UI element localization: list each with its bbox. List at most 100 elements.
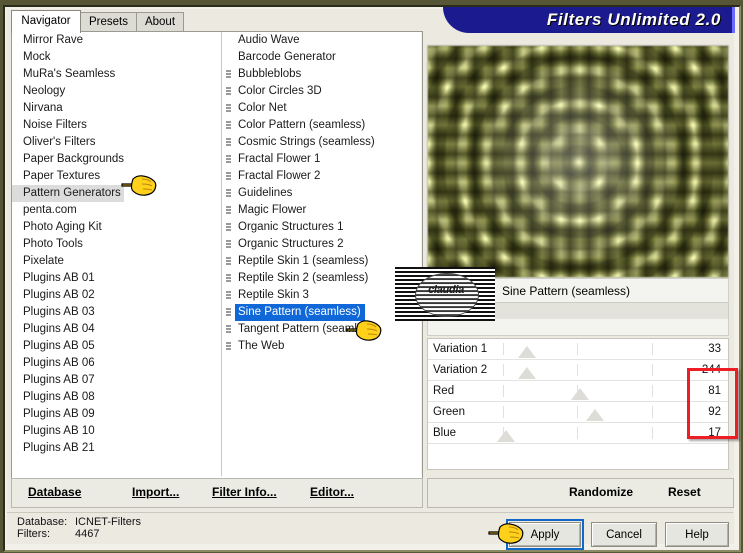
category-list-item[interactable]: Photo Tools [12, 236, 220, 253]
randomize-button[interactable]: Randomize [569, 485, 633, 499]
filter-list-item[interactable]: Reptile Skin 1 (seamless) [222, 253, 421, 270]
tab-navigator[interactable]: Navigator [11, 10, 81, 33]
category-list-item-label: Plugins AB 02 [23, 289, 95, 301]
filter-list-item[interactable]: The Web [222, 338, 421, 355]
category-list-item[interactable]: Oliver's Filters [12, 134, 220, 151]
help-button[interactable]: Help [665, 522, 729, 547]
parameter-actions-bar: Randomize Reset [427, 478, 734, 508]
filter-list-item[interactable]: Audio Wave [222, 32, 421, 49]
filter-list-item[interactable]: Organic Structures 2 [222, 236, 421, 253]
reset-button[interactable]: Reset [668, 485, 701, 499]
category-list[interactable]: Mirror Rave Mock MuRa's Seamless Neology Nir… [12, 32, 220, 476]
filter-stack-icon [226, 87, 231, 97]
category-list-item[interactable]: Photo Aging Kit [12, 219, 220, 236]
category-list-item-label: Plugins AB 07 [23, 374, 95, 386]
filter-preview-image[interactable] [427, 45, 729, 278]
parameter-row[interactable]: Variation 1 33 [428, 339, 728, 360]
filter-list-item[interactable]: Sine Pattern (seamless) [222, 304, 421, 321]
apply-button[interactable]: Apply [506, 519, 584, 550]
filter-info-link[interactable]: Filter Info... [212, 485, 277, 499]
category-list-item[interactable]: Pixelate [12, 253, 220, 270]
filter-list-item[interactable]: Fractal Flower 2 [222, 168, 421, 185]
filter-list-item[interactable]: Color Circles 3D [222, 83, 421, 100]
database-link[interactable]: Database [28, 485, 81, 499]
category-list-item[interactable]: Nirvana [12, 100, 220, 117]
filter-list-item[interactable]: Color Pattern (seamless) [222, 117, 421, 134]
filter-stack-icon [226, 342, 231, 352]
category-list-item[interactable]: Plugins AB 08 [12, 389, 220, 406]
category-list-item[interactable]: Plugins AB 03 [12, 304, 220, 321]
filter-list-item[interactable]: Color Net [222, 100, 421, 117]
category-list-item[interactable]: Plugins AB 02 [12, 287, 220, 304]
tab-presets[interactable]: Presets [80, 12, 137, 32]
category-list-item[interactable]: penta.com [12, 202, 220, 219]
tab-strip: Navigator Presets About [11, 10, 421, 33]
category-list-item[interactable]: Neology [12, 83, 220, 100]
parameter-slider-tick [651, 406, 653, 418]
parameter-value: 33 [708, 343, 721, 355]
category-list-item[interactable]: Mirror Rave [12, 32, 220, 49]
filter-list-item[interactable]: Magic Flower [222, 202, 421, 219]
parameter-slider-tick [651, 385, 653, 397]
parameter-row[interactable]: Blue 17 [428, 423, 728, 444]
app-window: Filters Unlimited 2.0 Navigator Presets … [0, 0, 743, 553]
category-list-item-label: Photo Aging Kit [23, 221, 102, 233]
category-list-item[interactable]: Plugins AB 21 [12, 440, 220, 457]
editor-link[interactable]: Editor... [310, 485, 354, 499]
cancel-button[interactable]: Cancel [591, 522, 657, 547]
filter-list-item-label: Color Circles 3D [238, 85, 322, 97]
category-list-item[interactable]: Plugins AB 07 [12, 372, 220, 389]
app-title: Filters Unlimited 2.0 [546, 10, 721, 29]
parameter-grid[interactable]: Variation 1 33 Variation 2 244 Red 81 Green 92 B… [427, 338, 729, 470]
preview-panel: Sine Pattern (seamless) claudia Variatio… [395, 45, 732, 477]
category-list-item[interactable]: Paper Backgrounds [12, 151, 220, 168]
category-list-item-label: Oliver's Filters [23, 136, 96, 148]
filter-list[interactable]: Audio Wave Barcode Generator Bubbleblobs Co… [221, 32, 421, 476]
filter-list-item-label: Guidelines [238, 187, 293, 199]
category-list-item[interactable]: Plugins AB 01 [12, 270, 220, 287]
filter-list-item-label: Reptile Skin 3 [238, 289, 309, 301]
category-list-item[interactable]: Mock [12, 49, 220, 66]
category-list-item[interactable]: Pattern Generators [12, 185, 220, 202]
category-list-item-label: Paper Backgrounds [23, 153, 125, 165]
filter-list-item[interactable]: Reptile Skin 2 (seamless) [222, 270, 421, 287]
category-list-item-label: Pixelate [23, 255, 64, 267]
filter-stack-icon [226, 121, 231, 131]
filter-list-item[interactable]: Organic Structures 1 [222, 219, 421, 236]
filter-list-item-label: Barcode Generator [238, 51, 336, 63]
parameter-row[interactable]: Red 81 [428, 381, 728, 402]
parameter-slider-thumb[interactable] [496, 430, 515, 442]
category-list-item[interactable]: Plugins AB 05 [12, 338, 220, 355]
parameter-row[interactable]: Variation 2 244 [428, 360, 728, 381]
category-list-item[interactable]: Paper Textures [12, 168, 220, 185]
category-list-item[interactable]: Noise Filters [12, 117, 220, 134]
import-link[interactable]: Import... [132, 485, 179, 499]
filter-stack-icon [226, 274, 231, 284]
category-list-item-label: Mirror Rave [23, 34, 84, 46]
category-list-item[interactable]: Plugins AB 10 [12, 423, 220, 440]
parameter-name: Variation 2 [433, 364, 488, 376]
filter-list-item-label: Organic Structures 2 [238, 238, 344, 250]
parameter-slider-thumb[interactable] [586, 409, 605, 421]
category-list-item[interactable]: MuRa's Seamless [12, 66, 220, 83]
parameter-slider-thumb[interactable] [517, 367, 536, 379]
filter-list-item[interactable]: Tangent Pattern (seamless) [222, 321, 421, 338]
filter-list-item[interactable]: Fractal Flower 1 [222, 151, 421, 168]
category-list-item[interactable]: Plugins AB 06 [12, 355, 220, 372]
parameter-name: Green [433, 406, 465, 418]
filter-list-item[interactable]: Guidelines [222, 185, 421, 202]
filter-list-item[interactable]: Bubbleblobs [222, 66, 421, 83]
filter-list-item-label: Reptile Skin 1 (seamless) [238, 255, 369, 267]
category-list-item[interactable]: Plugins AB 09 [12, 406, 220, 423]
parameter-row[interactable]: Green 92 [428, 402, 728, 423]
filter-list-item[interactable]: Reptile Skin 3 [222, 287, 421, 304]
parameter-slider-tick [651, 427, 653, 439]
filter-list-item[interactable]: Cosmic Strings (seamless) [222, 134, 421, 151]
category-list-item[interactable]: Plugins AB 04 [12, 321, 220, 338]
filter-list-item[interactable]: Barcode Generator [222, 49, 421, 66]
parameter-slider-thumb[interactable] [571, 388, 590, 400]
tab-about[interactable]: About [136, 12, 184, 32]
status-filters-label: Filters: [17, 528, 50, 540]
filter-list-item-label: Bubbleblobs [238, 68, 302, 80]
parameter-slider-thumb[interactable] [517, 346, 536, 358]
